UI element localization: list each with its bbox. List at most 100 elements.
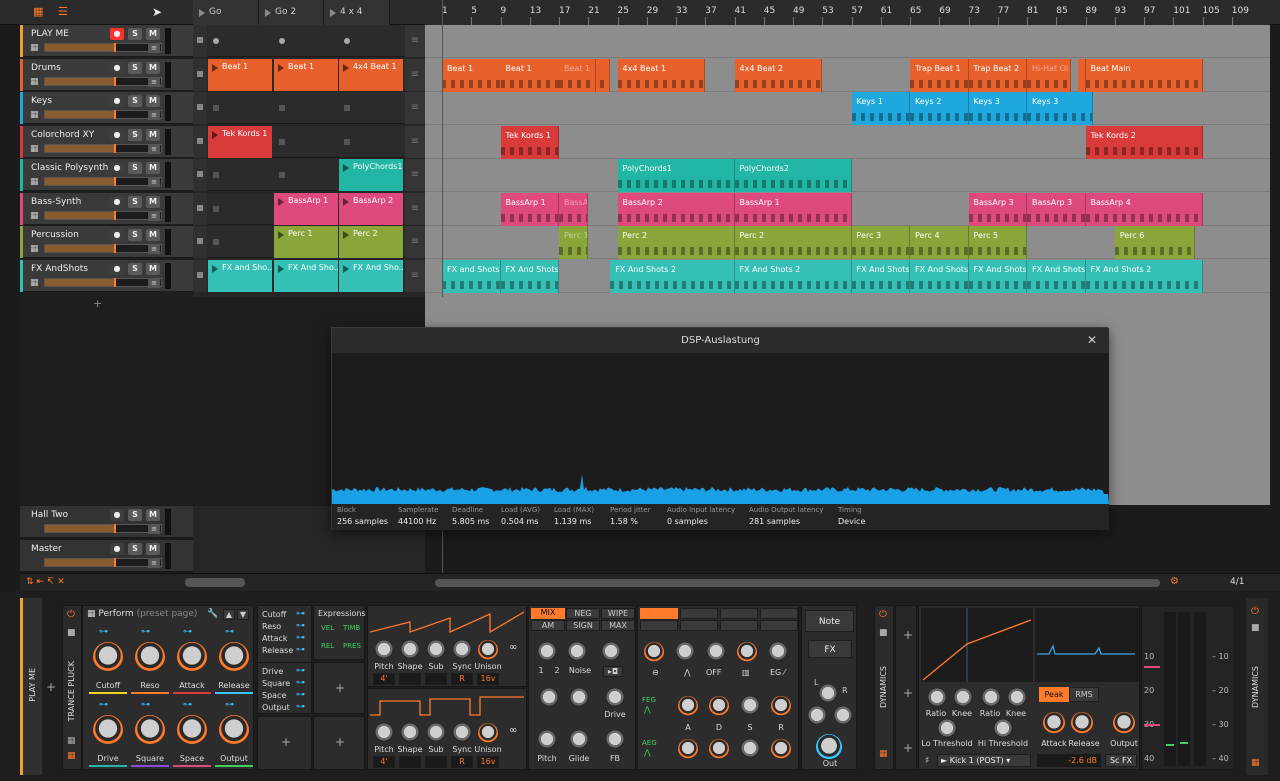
track-launcher-menu[interactable]: ≡ xyxy=(405,193,425,225)
arranger-clip[interactable]: Perc 2 xyxy=(617,226,735,259)
threshold-marker[interactable] xyxy=(1144,666,1160,668)
arranger-clip[interactable]: BassArp 1 xyxy=(734,193,852,226)
volume-fader[interactable] xyxy=(44,211,162,220)
launcher-clip[interactable]: 4x4 Beat 1 xyxy=(339,59,403,91)
record-arm-button[interactable]: ● xyxy=(110,263,124,275)
solo-button[interactable]: S xyxy=(128,28,142,40)
track-menu-button[interactable]: ≡ xyxy=(148,110,160,120)
macro-knob[interactable] xyxy=(219,715,249,745)
preset-page[interactable]: ▦ Perform (preset page) xyxy=(87,609,197,619)
arranger[interactable]: Beat 1 Beat 1 Beat 1 4x4 Beat 1 4x4 Beat 2 Tr… xyxy=(425,25,1270,297)
record-arm-button[interactable]: ● xyxy=(110,196,124,208)
eg-icon[interactable]: EG ⁄ xyxy=(770,668,785,677)
track-menu-button[interactable]: ≡ xyxy=(148,177,160,187)
launcher-clip[interactable]: Perc 2 xyxy=(339,226,403,258)
osc-value[interactable]: 16v xyxy=(477,756,499,768)
modulation-arrow-icon[interactable]: ⊶ xyxy=(141,627,150,637)
modulator-target[interactable]: Reso xyxy=(262,622,281,631)
mute-button[interactable]: M xyxy=(146,543,160,555)
link-icon[interactable]: ∞ xyxy=(509,642,517,653)
preset-up-button[interactable]: ▲ xyxy=(223,609,235,620)
envelope-knob[interactable] xyxy=(771,696,791,716)
volume-fader[interactable] xyxy=(44,278,162,287)
record-arm-button[interactable]: ● xyxy=(110,28,124,40)
add-icon[interactable]: + xyxy=(903,686,913,700)
osc-knob[interactable] xyxy=(374,723,394,743)
add-icon[interactable]: + xyxy=(335,681,345,695)
modulator-target[interactable]: Cutoff xyxy=(262,610,286,619)
expr-timb[interactable]: TIMB xyxy=(343,624,360,632)
solo-button[interactable]: S xyxy=(128,62,142,74)
record-arm-button[interactable]: ● xyxy=(110,62,124,74)
grid-icon[interactable]: ▦ xyxy=(879,749,888,759)
mix-knob[interactable] xyxy=(601,642,621,662)
osc-knob[interactable] xyxy=(400,723,420,743)
track-menu-button[interactable]: ≡ xyxy=(148,144,160,154)
track-menu-button[interactable]: ≡ xyxy=(148,558,160,568)
add-icon[interactable]: + xyxy=(281,735,291,749)
track-launcher-menu[interactable]: ≡ xyxy=(405,260,425,292)
envelope-knob[interactable] xyxy=(740,696,760,716)
modulation-arrow-icon[interactable]: ⊶ xyxy=(296,702,305,712)
folder-icon[interactable]: ■ xyxy=(879,628,888,638)
arranger-clip[interactable]: Keys 2 xyxy=(910,92,969,125)
track-header[interactable]: Classic Polysynth ● S M ▦ ≡ xyxy=(20,159,193,191)
launcher-clip[interactable]: FX and Sho... xyxy=(208,260,272,292)
launcher-clip[interactable]: Tek Kords 1 xyxy=(208,126,272,158)
modulation-arrow-icon[interactable]: ⊶ xyxy=(296,621,305,631)
dynamics-tab[interactable]: ⏻ ■ DYNAMICS ▦ xyxy=(1246,598,1268,775)
arranger-clip[interactable]: Tek Kords 1 xyxy=(500,126,559,159)
solo-button[interactable]: S xyxy=(128,196,142,208)
arranger-lane[interactable] xyxy=(425,25,1270,58)
arranger-clip[interactable]: Perc 1 xyxy=(559,226,589,259)
arranger-clip[interactable]: Keys 1 xyxy=(851,92,910,125)
gain-readout[interactable]: -2.6 dB xyxy=(1037,754,1101,767)
expr-rel[interactable]: REL xyxy=(321,642,334,650)
piano-icon[interactable]: ▥ xyxy=(742,668,750,677)
expr-vel[interactable]: VEL xyxy=(321,624,334,632)
arranger-clip[interactable]: 4x4 Beat 1 xyxy=(617,59,706,92)
osc-knob[interactable] xyxy=(452,723,472,743)
modulation-arrow-icon[interactable]: ⊶ xyxy=(296,690,305,700)
arranger-clip[interactable]: Perc 5 xyxy=(968,226,1027,259)
track-menu-button[interactable]: ≡ xyxy=(148,278,160,288)
lo-ratio-knob[interactable] xyxy=(927,688,947,708)
fx-button[interactable]: FX xyxy=(808,640,852,658)
scene-go[interactable]: Go xyxy=(193,0,259,25)
mix-mode-tab[interactable]: MIX xyxy=(531,608,565,619)
arranger-clip[interactable]: FX And Shots 2 xyxy=(734,260,852,293)
osc-value[interactable] xyxy=(425,673,447,685)
threshold-marker[interactable] xyxy=(1144,724,1160,726)
filter-shape-tab[interactable] xyxy=(760,620,798,631)
modulation-arrow-icon[interactable]: ⊶ xyxy=(183,627,192,637)
release-knob[interactable] xyxy=(1071,712,1093,734)
mute-button[interactable]: M xyxy=(146,229,160,241)
filter-off-label[interactable]: OFF xyxy=(706,668,722,677)
modulation-arrow-icon[interactable]: ⊶ xyxy=(225,627,234,637)
filter-knob[interactable] xyxy=(706,642,726,662)
launcher-clip[interactable]: Beat 1 xyxy=(274,59,338,91)
track-header[interactable]: Percussion ● S M ▦ ≡ xyxy=(20,226,193,258)
mute-button[interactable]: M xyxy=(146,95,160,107)
arranger-clip[interactable]: Beat 1 xyxy=(559,59,596,92)
volume-fader[interactable] xyxy=(44,524,162,533)
key-track-icon[interactable]: ⋀ xyxy=(684,668,691,677)
volume-fader[interactable] xyxy=(44,177,162,186)
pitch-knob[interactable] xyxy=(569,730,589,750)
filter-shape-tab[interactable] xyxy=(760,608,798,619)
filter-knob[interactable] xyxy=(737,642,757,662)
track-launcher-menu[interactable]: ≡ xyxy=(405,159,425,191)
empty-slot[interactable] xyxy=(344,139,350,145)
envelope-knob[interactable] xyxy=(678,696,698,716)
spread-knob[interactable] xyxy=(833,706,853,726)
volume-fader[interactable] xyxy=(44,110,162,119)
arranger-clip[interactable]: Beat Main xyxy=(1085,59,1203,92)
arranger-clip[interactable]: BassArp 1 xyxy=(559,193,589,226)
modulation-arrow-icon[interactable]: ⊶ xyxy=(141,700,150,710)
modulator-slot[interactable]: + xyxy=(313,662,365,714)
mute-button[interactable]: M xyxy=(146,509,160,521)
osc-value[interactable]: R xyxy=(451,673,473,685)
volume-fader[interactable] xyxy=(44,77,162,86)
pointer-tool-icon[interactable]: ➤ xyxy=(152,5,162,19)
macro-knob[interactable] xyxy=(93,642,123,672)
